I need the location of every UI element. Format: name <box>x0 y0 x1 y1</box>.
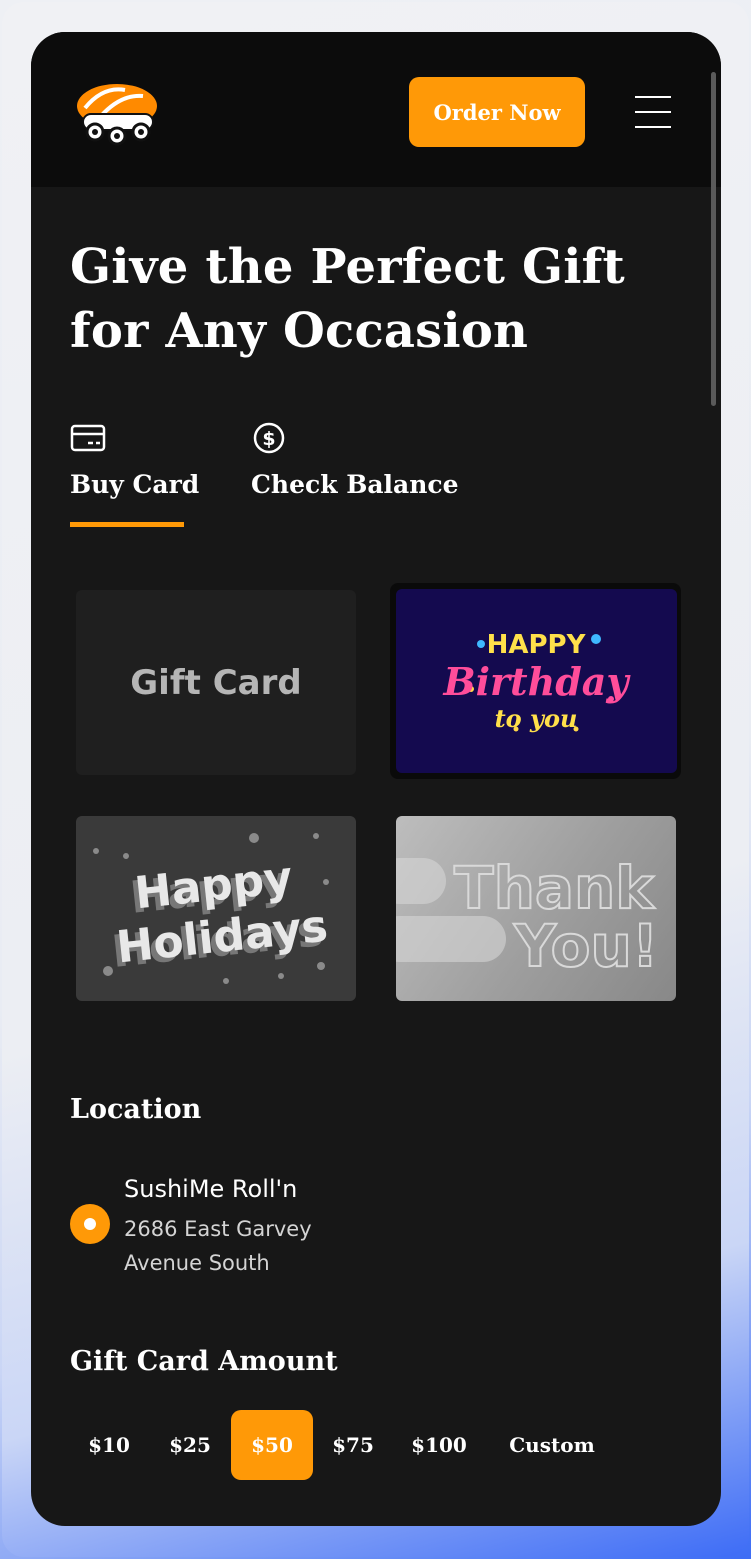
card-design-thank-you[interactable]: Thank You! <box>396 816 676 1001</box>
page-title: Give the Perfect Gift for Any Occasion <box>70 239 625 359</box>
amount-options: $10 $25 $50 $75 $100 Custom <box>70 1410 690 1480</box>
tab-check-balance[interactable]: $ Check Balance <box>251 422 459 499</box>
birthday-text-happy: HAPPY <box>487 630 587 660</box>
amount-option-100[interactable]: $100 <box>394 1410 484 1480</box>
hamburger-menu-icon[interactable] <box>635 96 671 128</box>
amount-option-75[interactable]: $75 <box>313 1410 393 1480</box>
header: Order Now <box>31 32 721 187</box>
birthday-illustration: HAPPY Birthday to you <box>442 630 631 733</box>
card-design-gift-card[interactable]: Gift Card <box>76 590 356 775</box>
location-radio-selected[interactable] <box>70 1204 110 1244</box>
birthday-text-to-you: to you <box>495 704 578 733</box>
card-design-happy-holidays[interactable]: Happy Happy Holidays Holidays <box>76 816 356 1001</box>
gift-card-label: Gift Card <box>130 662 302 703</box>
tab-buy-card[interactable]: Buy Card <box>70 422 199 499</box>
tab-buy-card-label: Buy Card <box>70 470 200 499</box>
location-address: 2686 East Garvey Avenue South <box>124 1217 312 1275</box>
thank-you-illustration: Thank You! <box>396 853 659 981</box>
card-design-birthday[interactable]: HAPPY Birthday to you <box>396 589 677 773</box>
tab-check-balance-label: Check Balance <box>251 470 459 499</box>
dollar-circle-icon: $ <box>253 422 285 454</box>
holidays-illustration: Happy Happy Holidays Holidays <box>93 833 330 984</box>
gift-card-amount-heading: Gift Card Amount <box>70 1346 338 1377</box>
credit-card-icon <box>70 424 106 452</box>
svg-text:$: $ <box>262 428 275 450</box>
amount-option-10[interactable]: $10 <box>70 1410 148 1480</box>
active-tab-indicator <box>70 522 184 527</box>
amount-option-50-selected[interactable]: $50 <box>231 1410 313 1480</box>
scrollbar[interactable] <box>711 72 716 406</box>
thanks-text-you: You! <box>513 912 658 980</box>
amount-option-25[interactable]: $25 <box>150 1410 230 1480</box>
sushi-logo[interactable] <box>73 76 161 150</box>
app-screen: Order Now Give the Perfect Gift for Any … <box>31 32 721 1526</box>
amount-option-custom[interactable]: Custom <box>490 1410 614 1480</box>
location-heading: Location <box>70 1094 202 1125</box>
order-now-button[interactable]: Order Now <box>409 77 585 147</box>
location-name: SushiMe Roll'n <box>124 1175 298 1203</box>
birthday-text-birthday: Birthday <box>442 659 631 704</box>
